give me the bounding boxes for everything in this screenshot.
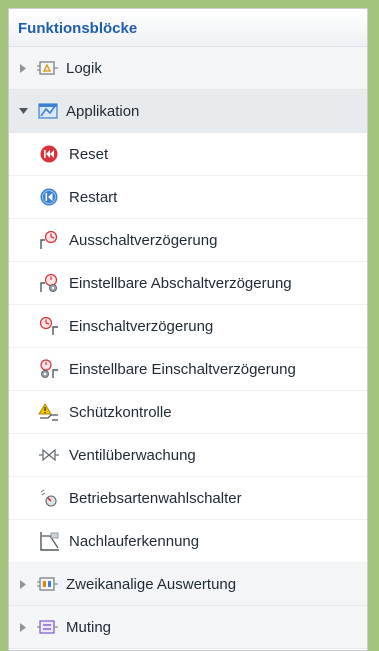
item-label: Ventilüberwachung xyxy=(69,446,196,464)
contactor-control-icon xyxy=(38,401,60,423)
valve-monitoring-icon xyxy=(38,444,60,466)
mode-selector-icon xyxy=(38,487,60,509)
tree-item-betriebsartenwahlschalter[interactable]: Betriebsartenwahlschalter xyxy=(9,477,367,520)
item-label: Nachlauferkennung xyxy=(69,532,200,550)
tree-item-reset[interactable]: Reset xyxy=(9,133,367,176)
on-delay-icon xyxy=(38,315,60,337)
item-label: Einschaltverzögerung xyxy=(69,317,214,335)
item-label: Ausschaltverzögerung xyxy=(69,231,218,249)
item-label: Betriebsartenwahlschalter xyxy=(69,489,242,507)
tree-item-ausschaltverzoegerung[interactable]: Ausschaltverzögerung xyxy=(9,219,367,262)
item-label: Einstellbare Abschaltverzögerung xyxy=(69,274,292,292)
off-delay-icon xyxy=(38,229,60,251)
collapse-arrow-icon[interactable] xyxy=(15,103,31,119)
adjustable-off-delay-icon xyxy=(38,272,60,294)
tree-group-logik[interactable]: Logik xyxy=(9,47,367,90)
reset-icon xyxy=(38,143,60,165)
overrun-detection-icon xyxy=(38,530,60,552)
group-label: Logik xyxy=(66,59,102,77)
item-label: Reset xyxy=(69,145,109,163)
adjustable-on-delay-icon xyxy=(38,358,60,380)
group-label: Zweikanalige Auswertung xyxy=(66,575,237,593)
tree-item-ventilueberwachung[interactable]: Ventilüberwachung xyxy=(9,434,367,477)
tree-item-einschaltverzoegerung[interactable]: Einschaltverzögerung xyxy=(9,305,367,348)
expand-arrow-icon[interactable] xyxy=(15,619,31,635)
group-label: Muting xyxy=(66,618,112,636)
tree-item-einstellbare-abschaltverzoegerung[interactable]: Einstellbare Abschaltverzögerung xyxy=(9,262,367,305)
two-channel-icon xyxy=(37,573,59,595)
expand-arrow-icon[interactable] xyxy=(15,576,31,592)
tree-item-restart[interactable]: Restart xyxy=(9,176,367,219)
tree-group-muting[interactable]: Muting xyxy=(9,606,367,649)
item-label: Schützkontrolle xyxy=(69,403,172,421)
tree-item-nachlauferkennung[interactable]: Nachlauferkennung xyxy=(9,520,367,563)
application-icon xyxy=(37,100,59,122)
restart-icon xyxy=(38,186,60,208)
logic-icon xyxy=(37,57,59,79)
group-label: Applikation xyxy=(66,102,140,120)
muting-icon xyxy=(37,616,59,638)
item-label: Restart xyxy=(69,188,118,206)
panel-header: Funktionsblöcke xyxy=(9,9,367,47)
tree-group-zweikanalige-auswertung[interactable]: Zweikanalige Auswertung xyxy=(9,563,367,606)
tree-item-schuetzkontrolle[interactable]: Schützkontrolle xyxy=(9,391,367,434)
tree-item-einstellbare-einschaltverzoegerung[interactable]: Einstellbare Einschaltverzögerung xyxy=(9,348,367,391)
tree-group-applikation[interactable]: Applikation xyxy=(9,90,367,133)
item-label: Einstellbare Einschaltverzögerung xyxy=(69,360,296,378)
function-blocks-panel: Funktionsblöcke Logik Applikation Reset … xyxy=(8,8,368,651)
expand-arrow-icon[interactable] xyxy=(15,60,31,76)
panel-title: Funktionsblöcke xyxy=(18,20,138,37)
